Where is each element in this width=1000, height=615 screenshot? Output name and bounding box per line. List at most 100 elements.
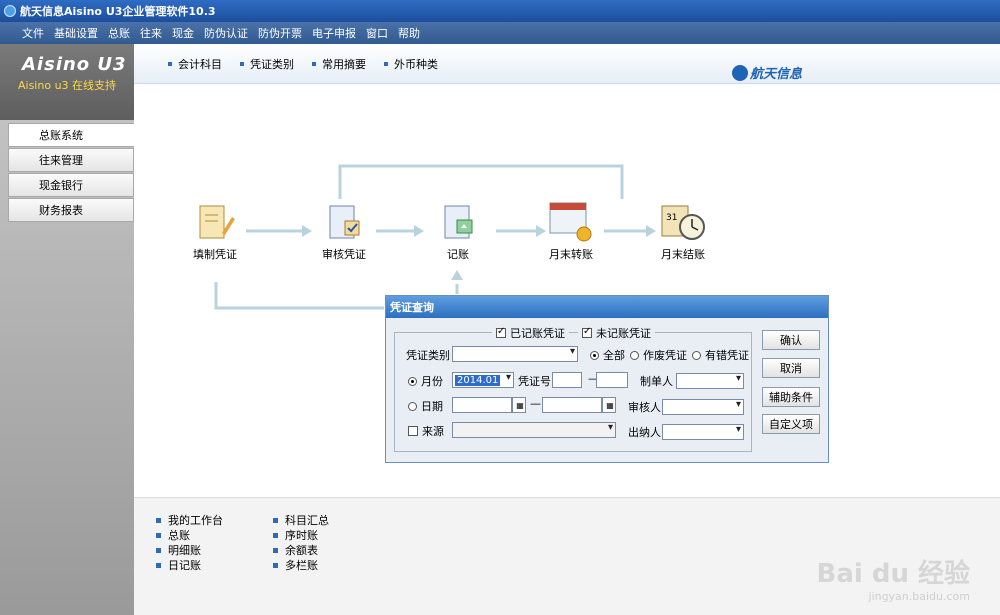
month-end-close-icon[interactable]: 31 bbox=[660, 203, 705, 243]
source-checkbox[interactable]: 来源 bbox=[408, 423, 444, 439]
flow-label-review-voucher: 审核凭证 bbox=[322, 248, 366, 261]
title-bar: 航天信息Aisino U3企业管理软件10.3 bbox=[0, 0, 1000, 22]
watermark: Bai du 经验 jingyan.baidu.com bbox=[817, 553, 971, 603]
month-radio[interactable]: 月份 bbox=[408, 373, 443, 389]
month-end-transfer-icon[interactable] bbox=[548, 200, 592, 242]
bullet-icon bbox=[240, 61, 244, 66]
reviewer-select[interactable] bbox=[662, 399, 744, 415]
review-voucher-icon[interactable] bbox=[326, 203, 366, 243]
date-to-input[interactable] bbox=[542, 397, 602, 413]
toolbar: 会计科目 凭证类别 常用摘要 外币种类 bbox=[134, 44, 1000, 84]
radio-error[interactable]: 有错凭证 bbox=[692, 347, 749, 363]
link-account-summary[interactable]: 科目汇总 bbox=[273, 512, 329, 528]
menu-receivables[interactable]: 往来 bbox=[140, 25, 162, 41]
menu-basic-settings[interactable]: 基础设置 bbox=[54, 25, 98, 41]
voucher-query-dialog: 凭证查询 已记账凭证 未记账凭证 凭证类别 全部 作废凭证 有错凭证 月份 20… bbox=[385, 295, 829, 463]
flow-label-month-end-close: 月末结账 bbox=[661, 248, 705, 261]
online-support-link[interactable]: Aisino u3 在线支持 bbox=[18, 77, 134, 93]
tool-voucher-types[interactable]: 凭证类别 bbox=[240, 56, 294, 72]
auxiliary-conditions-button[interactable]: 辅助条件 bbox=[762, 387, 820, 407]
post-ledger-icon[interactable] bbox=[440, 203, 480, 243]
bullet-icon bbox=[273, 517, 278, 523]
voucher-type-select[interactable] bbox=[452, 346, 578, 362]
radio-icon bbox=[692, 350, 701, 360]
flow-label-post-ledger: 记账 bbox=[447, 248, 469, 261]
sidebar-item-cash-bank[interactable]: 现金银行 bbox=[8, 173, 134, 197]
preparer-select[interactable] bbox=[676, 373, 744, 389]
svg-text:31: 31 bbox=[666, 213, 677, 223]
month-select[interactable]: 2014.01 bbox=[452, 372, 514, 388]
cashier-label: 出纳人 bbox=[628, 426, 661, 439]
sidebar: Aisino U3 Aisino u3 在线支持 总账系统 往来管理 现金银行 … bbox=[0, 44, 134, 615]
sidebar-item-general-ledger[interactable]: 总账系统 bbox=[8, 123, 134, 147]
bullet-icon bbox=[156, 562, 161, 568]
date-to-calendar-icon[interactable]: ▦ bbox=[602, 397, 616, 413]
tool-currencies[interactable]: 外币种类 bbox=[384, 56, 438, 72]
bullet-icon bbox=[156, 532, 161, 538]
bullet-icon bbox=[273, 562, 278, 568]
menu-anti-counterfeit-invoice[interactable]: 防伪开票 bbox=[258, 25, 302, 41]
posted-checkbox[interactable]: 已记账凭证 bbox=[492, 325, 569, 341]
bullet-icon bbox=[312, 61, 316, 66]
source-select[interactable] bbox=[452, 422, 616, 438]
preparer-label: 制单人 bbox=[640, 375, 673, 388]
radio-icon bbox=[408, 401, 417, 411]
bullet-icon bbox=[384, 61, 388, 66]
confirm-button[interactable]: 确认 bbox=[762, 330, 820, 350]
sidebar-item-financial-reports[interactable]: 财务报表 bbox=[8, 198, 134, 222]
menu-anti-counterfeit-auth[interactable]: 防伪认证 bbox=[204, 25, 248, 41]
radio-icon bbox=[590, 350, 599, 360]
menu-bar: 文件 基础设置 总账 往来 现金 防伪认证 防伪开票 电子申报 窗口 帮助 bbox=[0, 22, 1000, 44]
app-icon bbox=[4, 5, 16, 17]
menu-cash[interactable]: 现金 bbox=[172, 25, 194, 41]
menu-e-filing[interactable]: 电子申报 bbox=[312, 25, 356, 41]
voucher-no-label: 凭证号 bbox=[518, 375, 551, 388]
flow-label-fill-voucher: 填制凭证 bbox=[193, 248, 237, 261]
watermark-brand: Bai du 经验 bbox=[816, 559, 971, 589]
link-journal[interactable]: 日记账 bbox=[156, 557, 201, 573]
radio-all[interactable]: 全部 bbox=[590, 347, 625, 363]
link-chronological-ledger[interactable]: 序时账 bbox=[273, 527, 318, 543]
voucher-no-to-input[interactable] bbox=[596, 372, 628, 388]
menu-file[interactable]: 文件 bbox=[22, 25, 44, 41]
fill-voucher-icon[interactable] bbox=[196, 203, 236, 243]
flow-connectors bbox=[214, 164, 656, 310]
menu-general-ledger[interactable]: 总账 bbox=[108, 25, 130, 41]
watermark-url: jingyan.baidu.com bbox=[868, 590, 970, 603]
cancel-button[interactable]: 取消 bbox=[762, 358, 820, 378]
logo-icon bbox=[731, 64, 748, 81]
bullet-icon bbox=[156, 517, 161, 523]
menu-window[interactable]: 窗口 bbox=[366, 25, 388, 41]
voucher-no-from-input[interactable] bbox=[552, 372, 582, 388]
unposted-checkbox[interactable]: 未记账凭证 bbox=[578, 325, 655, 341]
reviewer-label: 审核人 bbox=[628, 401, 661, 414]
custom-fields-button[interactable]: 自定义项 bbox=[762, 414, 820, 434]
date-from-input[interactable] bbox=[452, 397, 512, 413]
voucher-type-label: 凭证类别 bbox=[406, 349, 450, 362]
checkbox-icon bbox=[496, 326, 506, 338]
date-radio[interactable]: 日期 bbox=[408, 398, 443, 414]
link-balance-sheet[interactable]: 余额表 bbox=[273, 542, 318, 558]
bullet-icon bbox=[273, 532, 278, 538]
sidebar-item-receivables[interactable]: 往来管理 bbox=[8, 148, 134, 172]
link-detail-ledger[interactable]: 明细账 bbox=[156, 542, 201, 558]
bullet-icon bbox=[168, 61, 172, 66]
link-multi-column-ledger[interactable]: 多栏账 bbox=[273, 557, 318, 573]
link-general-ledger[interactable]: 总账 bbox=[156, 527, 190, 543]
radio-icon bbox=[408, 376, 417, 386]
tool-chart-of-accounts[interactable]: 会计科目 bbox=[168, 56, 222, 72]
checkbox-icon bbox=[582, 326, 592, 338]
radio-void[interactable]: 作废凭证 bbox=[630, 347, 687, 363]
cashier-select[interactable] bbox=[662, 424, 744, 440]
link-my-workbench[interactable]: 我的工作台 bbox=[156, 512, 223, 528]
dialog-title: 凭证查询 bbox=[386, 296, 828, 318]
menu-help[interactable]: 帮助 bbox=[398, 25, 420, 41]
brand-logo: Aisino U3 bbox=[22, 54, 127, 75]
company-logo: 航天信息 bbox=[731, 63, 802, 82]
bullet-icon bbox=[156, 547, 161, 553]
date-from-calendar-icon[interactable]: ▦ bbox=[512, 397, 526, 413]
bullet-icon bbox=[273, 547, 278, 553]
brand-panel: Aisino U3 Aisino u3 在线支持 bbox=[0, 44, 134, 120]
flow-label-month-end-transfer: 月末转账 bbox=[549, 248, 593, 261]
tool-common-summaries[interactable]: 常用摘要 bbox=[312, 56, 366, 72]
